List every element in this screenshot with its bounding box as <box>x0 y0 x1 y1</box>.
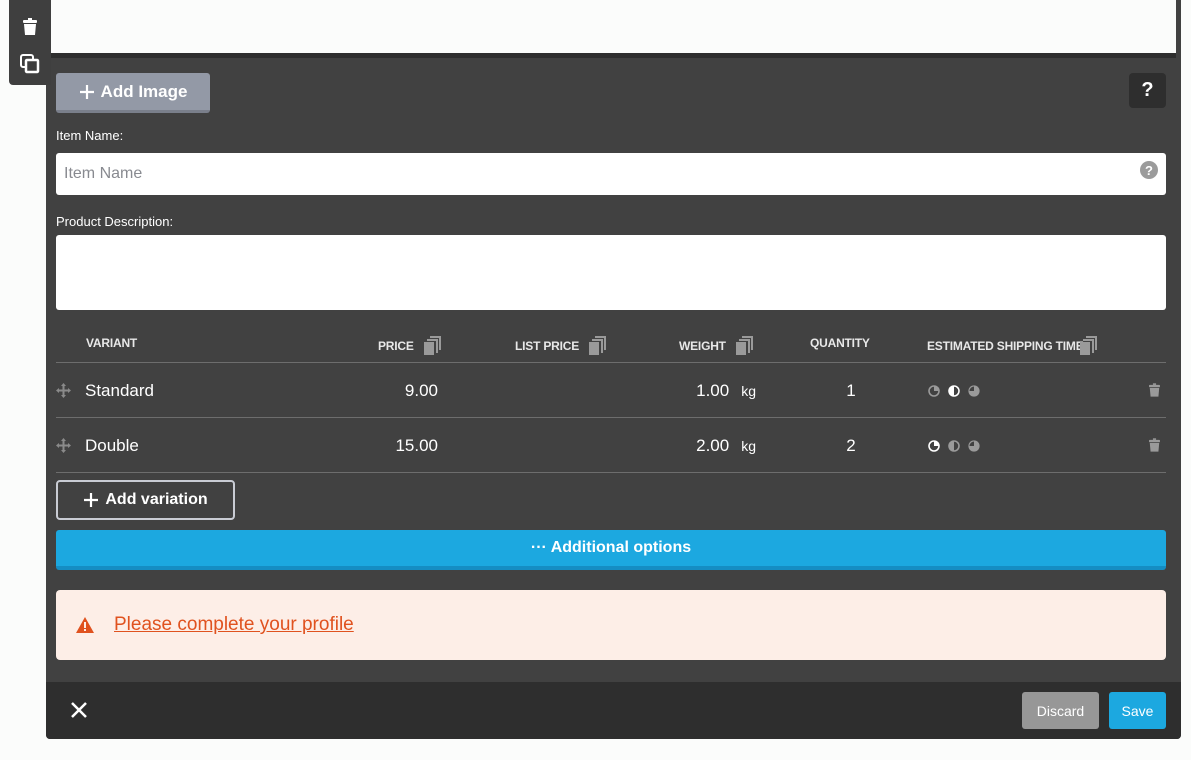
shipping-medium-icon[interactable] <box>948 439 960 452</box>
table-header: VARIANT PRICE LIST PRICE WEIGHT QUANTITY… <box>56 325 1166 363</box>
duplicate-item-button[interactable] <box>19 53 41 75</box>
delete-variant-icon[interactable] <box>1149 383 1160 397</box>
variant-list-price[interactable] <box>506 363 616 418</box>
warning-icon <box>76 617 94 633</box>
question-circle-icon[interactable]: ? <box>1140 161 1158 179</box>
copy-shipping-icon[interactable] <box>1079 336 1097 355</box>
footer-bar: Discard Save <box>46 682 1181 739</box>
delete-variant-icon[interactable] <box>1149 438 1160 452</box>
variant-name[interactable]: Standard <box>85 363 154 418</box>
shipping-medium-icon[interactable] <box>948 384 960 397</box>
table-row: Standard 9.00 1.00 kg 1 <box>56 363 1166 418</box>
weight-value: 1.00 <box>696 380 730 400</box>
variant-weight[interactable]: 2.00 kg <box>646 418 756 473</box>
copy-weight-icon[interactable] <box>735 336 753 355</box>
variant-price[interactable]: 9.00 <box>356 363 438 418</box>
item-editor-panel: Add Image ? Item Name: ? Product Descrip… <box>46 0 1181 739</box>
complete-profile-link[interactable]: Please complete your profile <box>114 614 354 636</box>
weight-unit: kg <box>741 437 756 454</box>
shipping-time-selector <box>928 418 980 473</box>
shipping-slow-icon[interactable] <box>968 439 980 452</box>
trash-icon <box>23 17 37 35</box>
header-weight: WEIGHT <box>679 336 753 355</box>
weight-value: 2.00 <box>696 435 730 455</box>
profile-alert: Please complete your profile <box>56 590 1166 660</box>
variant-quantity[interactable]: 2 <box>816 418 886 473</box>
additional-options-button[interactable]: ··· Additional options <box>56 530 1166 570</box>
item-name-label: Item Name: <box>56 128 124 143</box>
image-preview-area <box>51 0 1176 58</box>
shipping-fast-icon[interactable] <box>928 439 940 452</box>
item-name-input[interactable] <box>56 153 1166 195</box>
weight-unit: kg <box>741 382 756 399</box>
add-variation-label: Add variation <box>105 491 208 508</box>
header-variant: VARIANT <box>86 336 138 350</box>
variant-weight[interactable]: 1.00 kg <box>646 363 756 418</box>
variants-table: VARIANT PRICE LIST PRICE WEIGHT QUANTITY… <box>56 325 1166 473</box>
variant-price[interactable]: 15.00 <box>356 418 438 473</box>
add-variation-button[interactable]: Add variation <box>56 480 235 520</box>
add-image-button[interactable]: Add Image <box>56 73 210 113</box>
table-row: Double 15.00 2.00 kg 2 <box>56 418 1166 473</box>
shipping-slow-icon[interactable] <box>968 384 980 397</box>
side-toolbar <box>9 0 51 85</box>
header-quantity: QUANTITY <box>810 336 870 350</box>
close-icon <box>71 702 87 718</box>
variant-name[interactable]: Double <box>85 418 139 473</box>
drag-handle-icon[interactable] <box>56 438 71 453</box>
header-list-price: LIST PRICE <box>515 336 607 355</box>
shipping-fast-icon[interactable] <box>928 384 940 397</box>
plus-icon <box>84 493 99 507</box>
drag-handle-icon[interactable] <box>56 383 71 398</box>
help-button[interactable]: ? <box>1129 73 1166 108</box>
variant-list-price[interactable] <box>506 418 616 473</box>
header-shipping: ESTIMATED SHIPPING TIME <box>927 336 1097 355</box>
header-price: PRICE <box>378 336 441 355</box>
add-image-label: Add Image <box>100 81 188 101</box>
plus-icon <box>79 84 94 99</box>
description-label: Product Description: <box>56 214 174 229</box>
discard-button[interactable]: Discard <box>1022 692 1099 729</box>
close-button[interactable] <box>68 699 90 721</box>
delete-item-button[interactable] <box>19 15 41 37</box>
copy-icon <box>20 54 40 74</box>
variant-quantity[interactable]: 1 <box>816 363 886 418</box>
shipping-time-selector <box>928 363 980 418</box>
description-input[interactable] <box>56 235 1166 310</box>
copy-list-price-icon[interactable] <box>589 336 607 355</box>
copy-price-icon[interactable] <box>423 336 441 355</box>
save-button[interactable]: Save <box>1109 692 1166 729</box>
